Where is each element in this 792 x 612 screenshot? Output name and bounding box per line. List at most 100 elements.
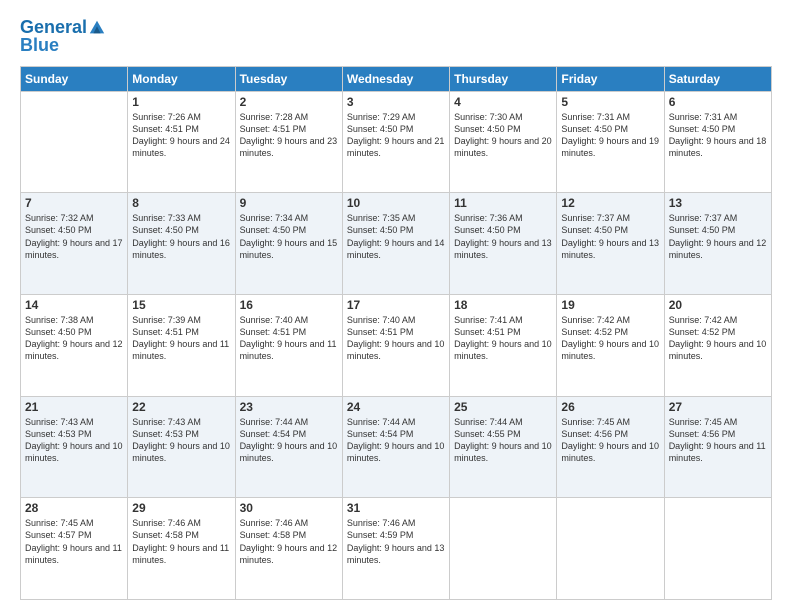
calendar-cell: 24 Sunrise: 7:44 AM Sunset: 4:54 PM Dayl… bbox=[342, 396, 449, 498]
day-number: 12 bbox=[561, 196, 659, 210]
cell-sunset: Sunset: 4:54 PM bbox=[240, 428, 338, 440]
day-number: 23 bbox=[240, 400, 338, 414]
calendar-cell: 5 Sunrise: 7:31 AM Sunset: 4:50 PM Dayli… bbox=[557, 91, 664, 193]
calendar-header-monday: Monday bbox=[128, 66, 235, 91]
calendar-cell: 19 Sunrise: 7:42 AM Sunset: 4:52 PM Dayl… bbox=[557, 294, 664, 396]
cell-daylight: Daylight: 9 hours and 19 minutes. bbox=[561, 135, 659, 159]
day-number: 14 bbox=[25, 298, 123, 312]
cell-daylight: Daylight: 9 hours and 23 minutes. bbox=[240, 135, 338, 159]
cell-daylight: Daylight: 9 hours and 15 minutes. bbox=[240, 237, 338, 261]
cell-daylight: Daylight: 9 hours and 10 minutes. bbox=[132, 440, 230, 464]
calendar-cell: 12 Sunrise: 7:37 AM Sunset: 4:50 PM Dayl… bbox=[557, 193, 664, 295]
cell-daylight: Daylight: 9 hours and 24 minutes. bbox=[132, 135, 230, 159]
cell-sunrise: Sunrise: 7:39 AM bbox=[132, 314, 230, 326]
cell-sunset: Sunset: 4:56 PM bbox=[669, 428, 767, 440]
day-number: 9 bbox=[240, 196, 338, 210]
calendar-cell: 8 Sunrise: 7:33 AM Sunset: 4:50 PM Dayli… bbox=[128, 193, 235, 295]
calendar-header-friday: Friday bbox=[557, 66, 664, 91]
cell-sunset: Sunset: 4:50 PM bbox=[25, 326, 123, 338]
page: General Blue SundayMondayTuesdayWednesda… bbox=[0, 0, 792, 612]
cell-sunrise: Sunrise: 7:45 AM bbox=[669, 416, 767, 428]
calendar-cell bbox=[664, 498, 771, 600]
cell-daylight: Daylight: 9 hours and 13 minutes. bbox=[561, 237, 659, 261]
calendar-cell: 11 Sunrise: 7:36 AM Sunset: 4:50 PM Dayl… bbox=[450, 193, 557, 295]
cell-sunrise: Sunrise: 7:37 AM bbox=[561, 212, 659, 224]
day-number: 6 bbox=[669, 95, 767, 109]
cell-sunrise: Sunrise: 7:36 AM bbox=[454, 212, 552, 224]
cell-sunrise: Sunrise: 7:32 AM bbox=[25, 212, 123, 224]
cell-daylight: Daylight: 9 hours and 10 minutes. bbox=[347, 440, 445, 464]
day-number: 3 bbox=[347, 95, 445, 109]
day-number: 16 bbox=[240, 298, 338, 312]
calendar-cell: 21 Sunrise: 7:43 AM Sunset: 4:53 PM Dayl… bbox=[21, 396, 128, 498]
calendar-cell: 14 Sunrise: 7:38 AM Sunset: 4:50 PM Dayl… bbox=[21, 294, 128, 396]
calendar-table: SundayMondayTuesdayWednesdayThursdayFrid… bbox=[20, 66, 772, 600]
calendar-cell: 25 Sunrise: 7:44 AM Sunset: 4:55 PM Dayl… bbox=[450, 396, 557, 498]
cell-daylight: Daylight: 9 hours and 11 minutes. bbox=[240, 338, 338, 362]
cell-daylight: Daylight: 9 hours and 11 minutes. bbox=[132, 542, 230, 566]
cell-sunset: Sunset: 4:54 PM bbox=[347, 428, 445, 440]
calendar-cell: 15 Sunrise: 7:39 AM Sunset: 4:51 PM Dayl… bbox=[128, 294, 235, 396]
cell-daylight: Daylight: 9 hours and 20 minutes. bbox=[454, 135, 552, 159]
cell-daylight: Daylight: 9 hours and 18 minutes. bbox=[669, 135, 767, 159]
calendar-cell: 4 Sunrise: 7:30 AM Sunset: 4:50 PM Dayli… bbox=[450, 91, 557, 193]
calendar-cell: 30 Sunrise: 7:46 AM Sunset: 4:58 PM Dayl… bbox=[235, 498, 342, 600]
calendar-header-tuesday: Tuesday bbox=[235, 66, 342, 91]
cell-daylight: Daylight: 9 hours and 11 minutes. bbox=[669, 440, 767, 464]
calendar-week-3: 14 Sunrise: 7:38 AM Sunset: 4:50 PM Dayl… bbox=[21, 294, 772, 396]
cell-daylight: Daylight: 9 hours and 13 minutes. bbox=[454, 237, 552, 261]
day-number: 21 bbox=[25, 400, 123, 414]
cell-sunset: Sunset: 4:50 PM bbox=[454, 224, 552, 236]
cell-sunrise: Sunrise: 7:42 AM bbox=[669, 314, 767, 326]
cell-daylight: Daylight: 9 hours and 10 minutes. bbox=[347, 338, 445, 362]
day-number: 8 bbox=[132, 196, 230, 210]
calendar-week-1: 1 Sunrise: 7:26 AM Sunset: 4:51 PM Dayli… bbox=[21, 91, 772, 193]
cell-sunrise: Sunrise: 7:31 AM bbox=[561, 111, 659, 123]
cell-sunrise: Sunrise: 7:29 AM bbox=[347, 111, 445, 123]
calendar-cell: 29 Sunrise: 7:46 AM Sunset: 4:58 PM Dayl… bbox=[128, 498, 235, 600]
cell-sunrise: Sunrise: 7:44 AM bbox=[347, 416, 445, 428]
cell-sunrise: Sunrise: 7:40 AM bbox=[347, 314, 445, 326]
cell-sunset: Sunset: 4:50 PM bbox=[347, 224, 445, 236]
cell-sunset: Sunset: 4:53 PM bbox=[25, 428, 123, 440]
calendar-cell: 3 Sunrise: 7:29 AM Sunset: 4:50 PM Dayli… bbox=[342, 91, 449, 193]
cell-sunrise: Sunrise: 7:46 AM bbox=[240, 517, 338, 529]
cell-sunset: Sunset: 4:51 PM bbox=[132, 326, 230, 338]
calendar-cell: 26 Sunrise: 7:45 AM Sunset: 4:56 PM Dayl… bbox=[557, 396, 664, 498]
day-number: 26 bbox=[561, 400, 659, 414]
logo-text-blue: Blue bbox=[20, 36, 106, 56]
day-number: 25 bbox=[454, 400, 552, 414]
cell-sunset: Sunset: 4:53 PM bbox=[132, 428, 230, 440]
calendar-cell: 7 Sunrise: 7:32 AM Sunset: 4:50 PM Dayli… bbox=[21, 193, 128, 295]
calendar-header-row: SundayMondayTuesdayWednesdayThursdayFrid… bbox=[21, 66, 772, 91]
day-number: 18 bbox=[454, 298, 552, 312]
cell-sunrise: Sunrise: 7:28 AM bbox=[240, 111, 338, 123]
cell-sunrise: Sunrise: 7:34 AM bbox=[240, 212, 338, 224]
calendar-cell bbox=[21, 91, 128, 193]
calendar-cell: 10 Sunrise: 7:35 AM Sunset: 4:50 PM Dayl… bbox=[342, 193, 449, 295]
day-number: 30 bbox=[240, 501, 338, 515]
cell-sunrise: Sunrise: 7:40 AM bbox=[240, 314, 338, 326]
cell-sunrise: Sunrise: 7:45 AM bbox=[25, 517, 123, 529]
calendar-week-5: 28 Sunrise: 7:45 AM Sunset: 4:57 PM Dayl… bbox=[21, 498, 772, 600]
cell-sunset: Sunset: 4:57 PM bbox=[25, 529, 123, 541]
calendar-cell: 9 Sunrise: 7:34 AM Sunset: 4:50 PM Dayli… bbox=[235, 193, 342, 295]
day-number: 4 bbox=[454, 95, 552, 109]
cell-sunset: Sunset: 4:52 PM bbox=[561, 326, 659, 338]
header: General Blue bbox=[20, 18, 772, 56]
cell-daylight: Daylight: 9 hours and 10 minutes. bbox=[561, 440, 659, 464]
calendar-cell: 23 Sunrise: 7:44 AM Sunset: 4:54 PM Dayl… bbox=[235, 396, 342, 498]
calendar-cell: 20 Sunrise: 7:42 AM Sunset: 4:52 PM Dayl… bbox=[664, 294, 771, 396]
cell-sunrise: Sunrise: 7:46 AM bbox=[347, 517, 445, 529]
cell-daylight: Daylight: 9 hours and 12 minutes. bbox=[669, 237, 767, 261]
cell-sunrise: Sunrise: 7:35 AM bbox=[347, 212, 445, 224]
cell-daylight: Daylight: 9 hours and 10 minutes. bbox=[25, 440, 123, 464]
cell-sunset: Sunset: 4:50 PM bbox=[561, 224, 659, 236]
cell-sunset: Sunset: 4:51 PM bbox=[347, 326, 445, 338]
day-number: 31 bbox=[347, 501, 445, 515]
cell-sunrise: Sunrise: 7:44 AM bbox=[454, 416, 552, 428]
cell-sunrise: Sunrise: 7:38 AM bbox=[25, 314, 123, 326]
cell-sunrise: Sunrise: 7:41 AM bbox=[454, 314, 552, 326]
calendar-cell bbox=[450, 498, 557, 600]
cell-sunset: Sunset: 4:59 PM bbox=[347, 529, 445, 541]
